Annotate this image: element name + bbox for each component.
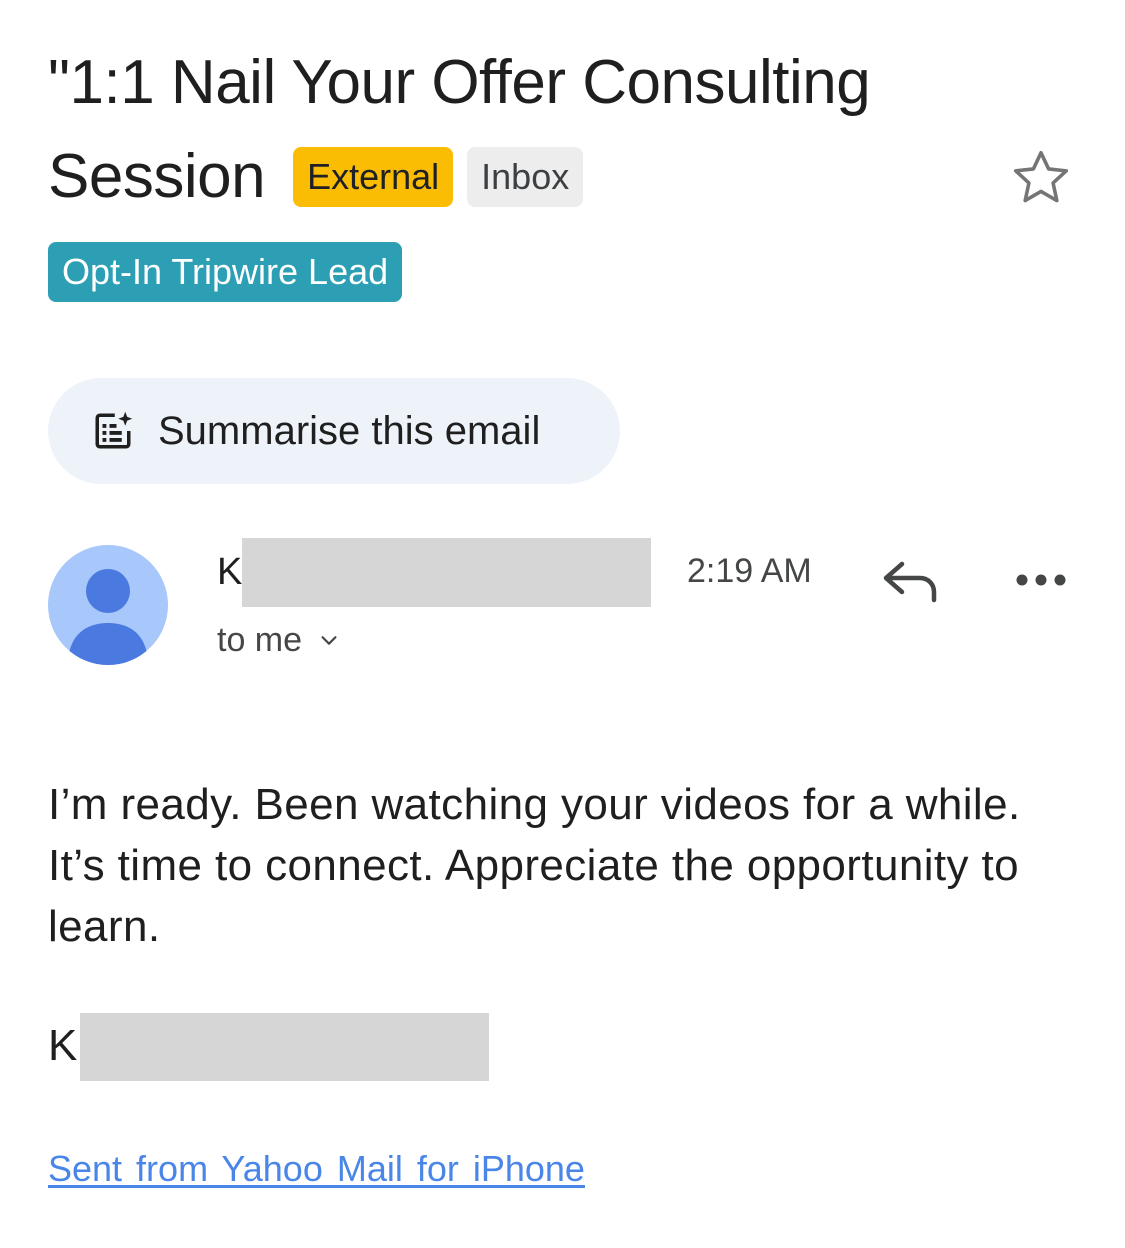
summarise-email-button[interactable]: Summarise this email — [48, 378, 620, 484]
subject-line-2-row: Session External Inbox — [48, 130, 988, 224]
recipient-label: to me — [217, 621, 303, 659]
more-horizontal-icon[interactable] — [1012, 568, 1070, 592]
summarise-label: Summarise this email — [158, 408, 541, 453]
sender-name-redaction — [242, 538, 651, 607]
email-subject: "1:1 Nail Your Offer Consulting Session … — [48, 36, 988, 224]
sender-name[interactable]: K — [217, 548, 242, 596]
recipient-toggle[interactable]: to me — [217, 618, 340, 662]
email-body-text: I’m ready. Been watching your videos for… — [48, 780, 1021, 951]
subject-line-1: "1:1 Nail Your Offer Consulting — [48, 48, 871, 117]
yahoo-mail-footer-link[interactable]: Sent from Yahoo Mail for iPhone — [48, 1146, 585, 1192]
summarise-sparkle-icon — [95, 411, 133, 449]
reply-icon[interactable] — [880, 556, 938, 606]
email-time: 2:19 AM — [687, 552, 812, 590]
opt-in-tripwire-label-chip[interactable]: Opt-In Tripwire Lead — [48, 242, 403, 302]
signature-redaction — [80, 1013, 489, 1081]
external-chip: External — [293, 147, 454, 207]
chevron-down-icon — [321, 636, 337, 645]
star-icon[interactable] — [1008, 145, 1074, 211]
sender-avatar[interactable] — [48, 545, 168, 665]
person-icon — [68, 569, 148, 665]
subject-line-2: Session — [48, 142, 266, 211]
signature-name: K — [48, 1021, 78, 1070]
inbox-label-chip[interactable]: Inbox — [467, 147, 584, 207]
